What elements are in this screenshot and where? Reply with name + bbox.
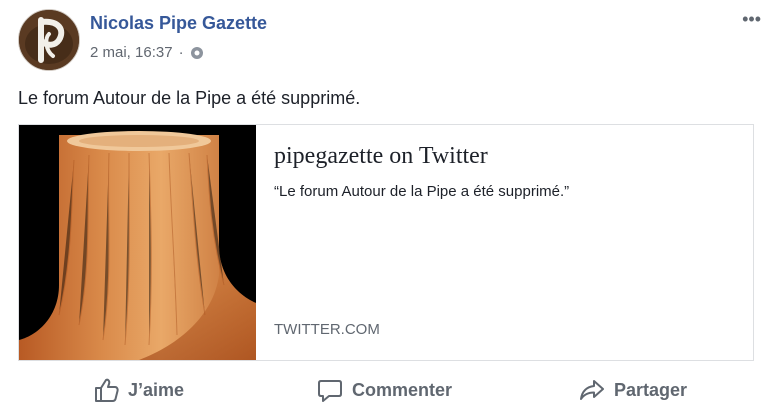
- comment-button[interactable]: Commenter: [316, 370, 452, 410]
- thumbs-up-icon: [95, 378, 119, 402]
- like-button[interactable]: J’aime: [92, 370, 184, 410]
- link-preview-card[interactable]: pipegazette on Twitter “Le forum Autour …: [18, 124, 754, 361]
- post-actions-bar: J’aime Commenter Partager: [0, 370, 771, 410]
- pipe-bowl-image: [19, 125, 256, 360]
- link-description: “Le forum Autour de la Pipe a été suppri…: [274, 183, 570, 200]
- link-preview-image[interactable]: [19, 125, 256, 360]
- meta-separator: ·: [178, 44, 184, 61]
- share-label: Partager: [614, 379, 688, 400]
- post-meta: 2 mai, 16:37 ·: [90, 44, 204, 61]
- more-options-button[interactable]: •••: [742, 10, 761, 28]
- share-button[interactable]: Partager: [578, 370, 687, 410]
- post-text: Le forum Autour de la Pipe a été supprim…: [18, 88, 361, 108]
- comment-icon: [318, 380, 342, 402]
- link-domain: TWITTER.COM: [274, 321, 380, 338]
- link-title[interactable]: pipegazette on Twitter: [274, 143, 488, 170]
- pipe-logo-image: [19, 10, 79, 70]
- like-label: J’aime: [128, 379, 185, 400]
- share-arrow-icon: [580, 380, 604, 400]
- author-name-link[interactable]: Nicolas Pipe Gazette: [90, 13, 267, 34]
- globe-icon[interactable]: [190, 46, 204, 60]
- link-preview-body: pipegazette on Twitter “Le forum Autour …: [256, 125, 753, 360]
- page-avatar[interactable]: [18, 9, 80, 71]
- comment-label: Commenter: [352, 379, 453, 400]
- post-timestamp[interactable]: 2 mai, 16:37: [90, 44, 173, 61]
